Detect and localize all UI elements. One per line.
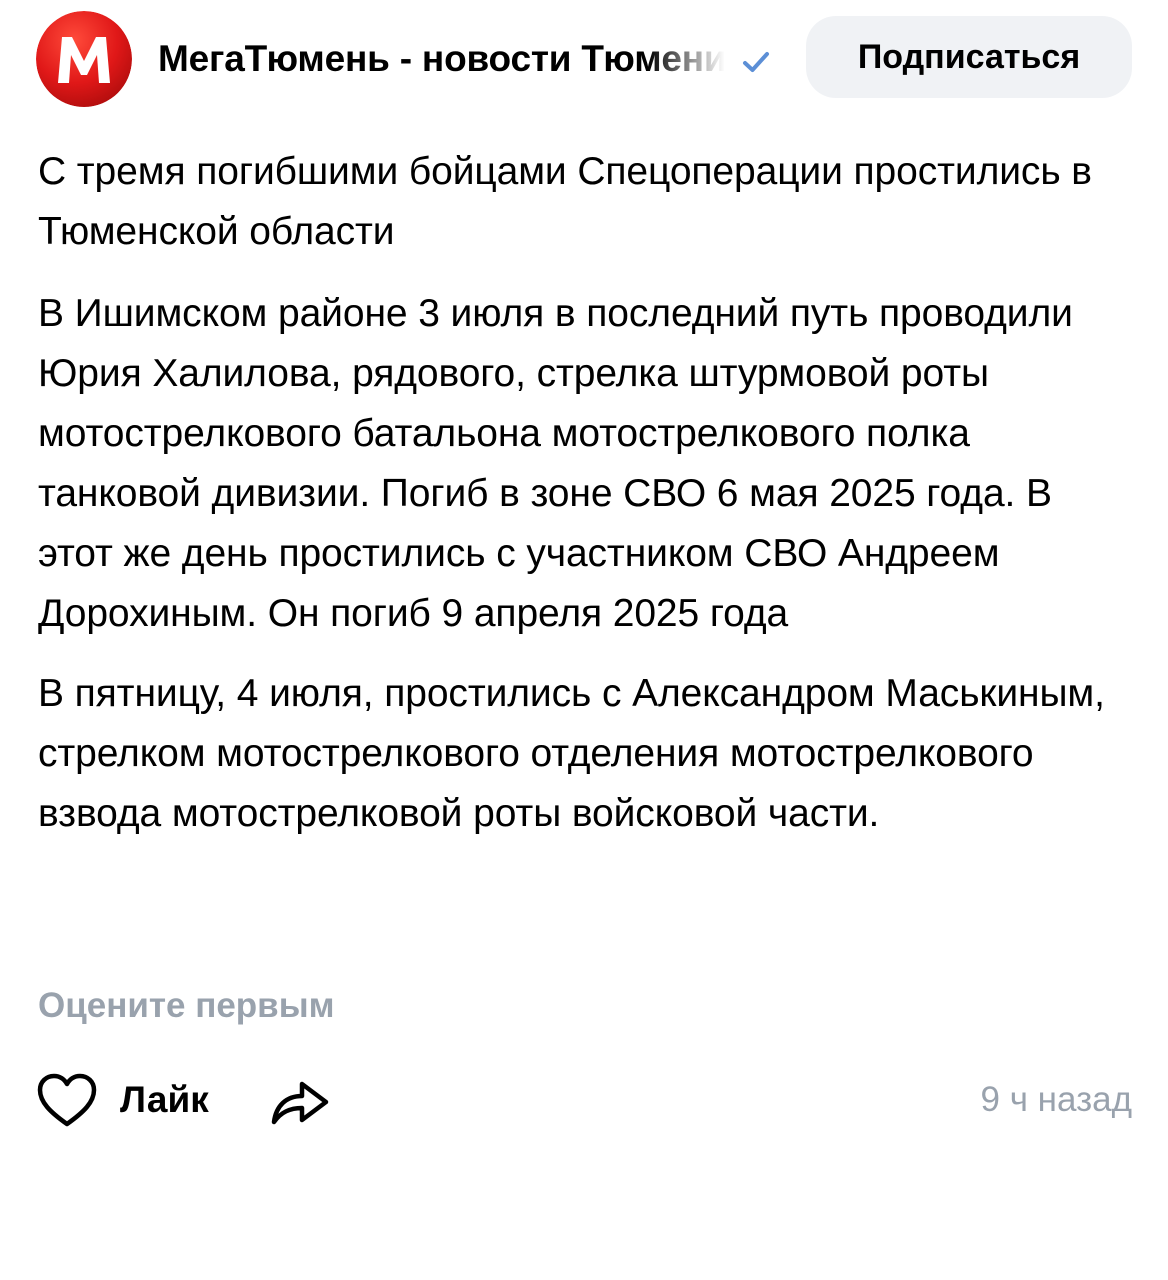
- channel-name[interactable]: МегаТюмень - новости Тюмени: [158, 38, 727, 79]
- like-label: Лайк: [120, 1079, 209, 1120]
- rate-first-link[interactable]: Оцените первым: [38, 986, 334, 1026]
- name-fade: [648, 36, 738, 86]
- channel-avatar[interactable]: [36, 11, 132, 107]
- post-content: С тремя погибшими бойцами Спецоперации п…: [38, 142, 1128, 864]
- subscribe-button[interactable]: Подписаться: [806, 16, 1132, 98]
- post-actions: Лайк 9 ч назад: [36, 1060, 1132, 1140]
- share-button[interactable]: [268, 1070, 332, 1130]
- post-timestamp: 9 ч назад: [980, 1080, 1132, 1119]
- check-icon: [743, 52, 769, 72]
- heart-outline-icon: [37, 1073, 97, 1127]
- like-button[interactable]: Лайк: [36, 1068, 209, 1132]
- post-header: МегаТюмень - новости Тюмени Подписаться: [36, 10, 1132, 107]
- post-title: С тремя погибшими бойцами Спецоперации п…: [38, 150, 1092, 253]
- post-paragraph: В Ишимском районе 3 июля в последний пут…: [38, 292, 1073, 635]
- channel-name-container[interactable]: МегаТюмень - новости Тюмени: [158, 36, 738, 86]
- share-arrow-icon: [271, 1081, 329, 1125]
- post-paragraph: В пятницу, 4 июля, простились с Александ…: [38, 672, 1105, 835]
- megatyumen-logo-icon: [36, 11, 132, 107]
- post-card: МегаТюмень - новости Тюмени Подписаться …: [0, 0, 1168, 1280]
